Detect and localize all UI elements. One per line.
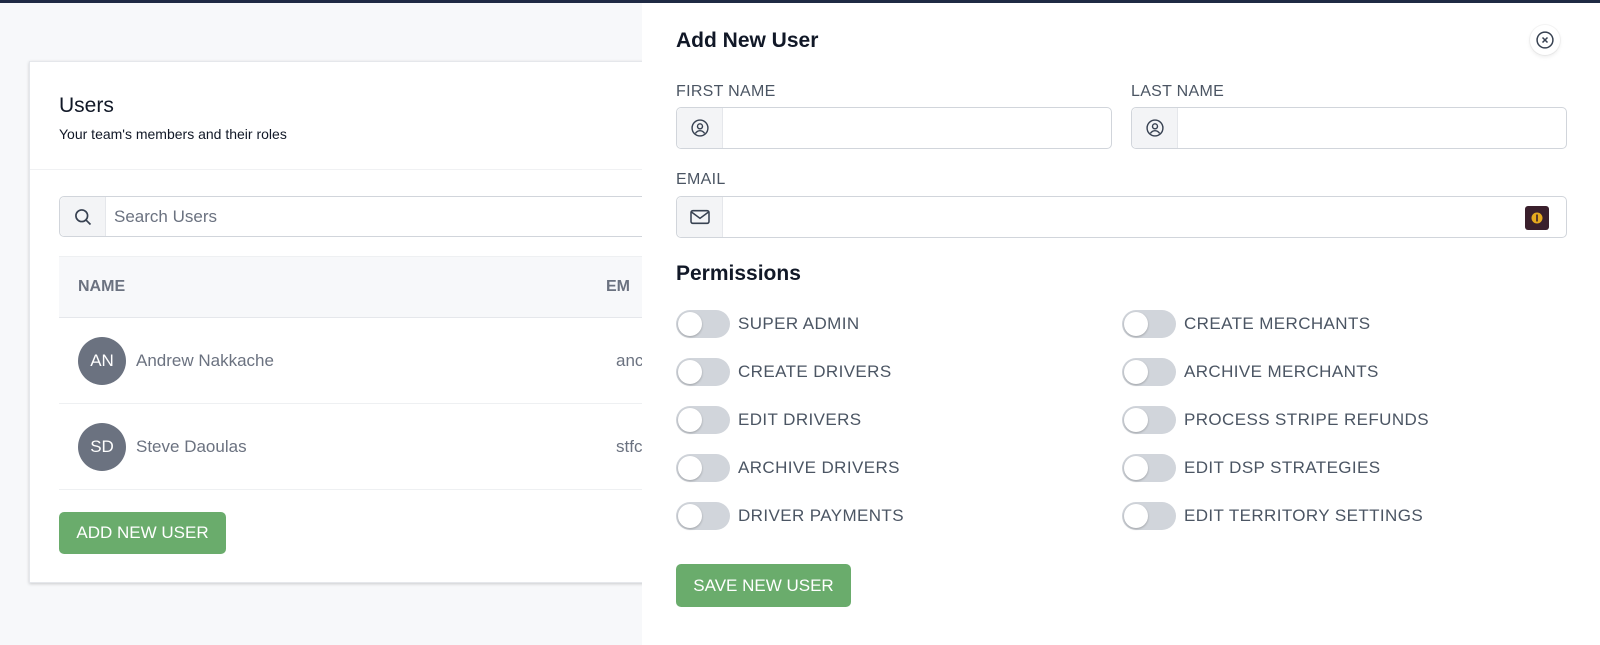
toggle-archive-merchants[interactable]	[1122, 358, 1176, 386]
permission-super-admin: SUPER ADMIN	[676, 310, 860, 338]
permission-label: EDIT TERRITORY SETTINGS	[1184, 506, 1424, 525]
first-name-input[interactable]	[723, 108, 1111, 148]
permission-label: CREATE DRIVERS	[738, 362, 892, 381]
toggle-create-merchants[interactable]	[1122, 310, 1176, 338]
toggle-edit-territory-settings[interactable]	[1122, 502, 1176, 530]
email-label: EMAIL	[676, 171, 726, 188]
last-name-input[interactable]	[1178, 108, 1566, 148]
last-name-label: LAST NAME	[1131, 83, 1225, 100]
user-name: Andrew Nakkache	[136, 350, 274, 370]
add-new-user-button[interactable]: ADD NEW USER	[59, 512, 226, 554]
toggle-edit-drivers[interactable]	[676, 406, 730, 434]
permission-label: ARCHIVE DRIVERS	[738, 458, 900, 477]
save-new-user-button[interactable]: SAVE NEW USER	[676, 564, 851, 607]
table-row[interactable]: SD Steve Daoulas stfc	[59, 404, 679, 490]
permission-archive-drivers: ARCHIVE DRIVERS	[676, 454, 900, 482]
search-box[interactable]	[59, 196, 679, 237]
toggle-super-admin[interactable]	[676, 310, 730, 338]
user-circle-icon	[1132, 108, 1178, 148]
last-name-field[interactable]	[1131, 107, 1567, 149]
toggle-driver-payments[interactable]	[676, 502, 730, 530]
permission-label: ARCHIVE MERCHANTS	[1184, 362, 1379, 381]
password-manager-icon[interactable]	[1525, 206, 1549, 230]
add-user-panel: Add New User FIRST NAME LAST NAME EMAIL …	[642, 3, 1600, 645]
permission-create-drivers: CREATE DRIVERS	[676, 358, 892, 386]
user-circle-icon	[677, 108, 723, 148]
avatar: SD	[78, 422, 126, 471]
column-header-email[interactable]: EM	[606, 278, 630, 296]
close-button[interactable]	[1530, 25, 1560, 55]
toggle-process-stripe-refunds[interactable]	[1122, 406, 1176, 434]
permission-label: SUPER ADMIN	[738, 314, 860, 333]
toggle-archive-drivers[interactable]	[676, 454, 730, 482]
email-input[interactable]	[723, 197, 1566, 237]
permission-edit-drivers: EDIT DRIVERS	[676, 406, 862, 434]
column-header-name[interactable]: NAME	[78, 278, 606, 296]
mail-icon	[677, 197, 723, 237]
user-email: anc	[616, 350, 644, 370]
permission-create-merchants: CREATE MERCHANTS	[1122, 310, 1371, 338]
user-name: Steve Daoulas	[136, 436, 247, 456]
panel-title: Add New User	[676, 29, 819, 52]
permission-label: PROCESS STRIPE REFUNDS	[1184, 410, 1429, 429]
first-name-label: FIRST NAME	[676, 83, 776, 100]
permission-label: EDIT DSP STRATEGIES	[1184, 458, 1381, 477]
search-input[interactable]	[106, 197, 678, 236]
first-name-field[interactable]	[676, 107, 1112, 149]
avatar: AN	[78, 336, 126, 385]
page-subtitle: Your team's members and their roles	[59, 126, 287, 142]
permission-label: CREATE MERCHANTS	[1184, 314, 1371, 333]
toggle-create-drivers[interactable]	[676, 358, 730, 386]
users-header: Users Your team's members and their role…	[30, 62, 668, 170]
permission-driver-payments: DRIVER PAYMENTS	[676, 502, 904, 530]
permission-label: DRIVER PAYMENTS	[738, 506, 904, 525]
users-card: Users Your team's members and their role…	[29, 61, 679, 583]
table-header: NAME EM	[59, 256, 679, 318]
page-title: Users	[59, 94, 114, 117]
search-icon	[60, 197, 106, 236]
permission-archive-merchants: ARCHIVE MERCHANTS	[1122, 358, 1379, 386]
toggle-edit-dsp-strategies[interactable]	[1122, 454, 1176, 482]
permission-process-stripe-refunds: PROCESS STRIPE REFUNDS	[1122, 406, 1429, 434]
email-field[interactable]	[676, 196, 1567, 238]
user-email: stfc	[616, 436, 643, 456]
table-row[interactable]: AN Andrew Nakkache anc	[59, 318, 679, 404]
permission-edit-dsp-strategies: EDIT DSP STRATEGIES	[1122, 454, 1381, 482]
users-table: NAME EM AN Andrew Nakkache anc SD Steve …	[59, 256, 679, 490]
close-icon	[1535, 30, 1555, 50]
permission-edit-territory-settings: EDIT TERRITORY SETTINGS	[1122, 502, 1423, 530]
permission-label: EDIT DRIVERS	[738, 410, 862, 429]
permissions-title: Permissions	[676, 262, 801, 285]
